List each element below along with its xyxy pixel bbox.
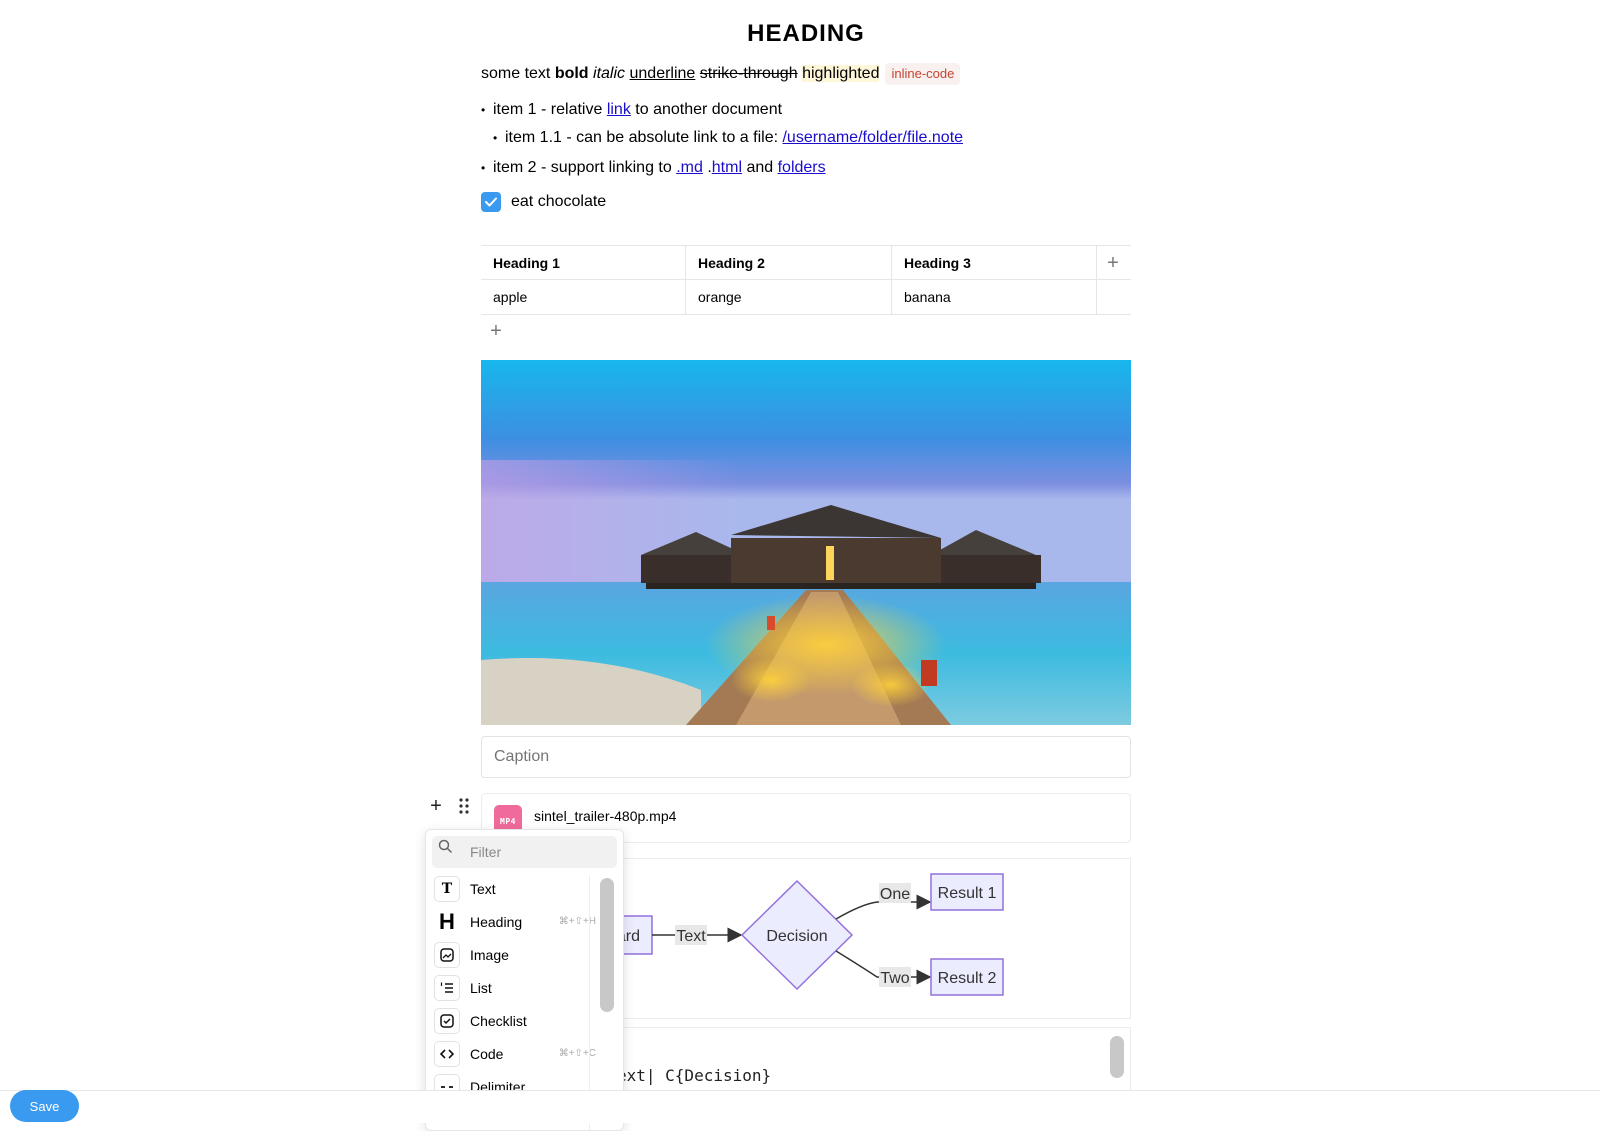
- code-icon: [434, 1041, 460, 1067]
- block-type-menu: Filter T Text H Heading ⌘+⇧+H Image List…: [425, 829, 624, 1131]
- bold-text: bold: [554, 65, 589, 82]
- edge-label-one: One: [880, 886, 910, 903]
- table-cell[interactable]: banana: [892, 280, 1096, 314]
- inline-code: inline-code: [885, 63, 961, 85]
- search-icon: [438, 839, 453, 854]
- md-link[interactable]: .md: [676, 159, 703, 176]
- formatted-paragraph[interactable]: some text bold italic underline strike-t…: [481, 62, 961, 86]
- edge-label-text: Text: [676, 928, 706, 945]
- node-result-2-label: Result 2: [938, 970, 997, 987]
- menu-item-checklist[interactable]: Checklist: [434, 1006, 594, 1036]
- bullet-icon: •: [481, 103, 486, 117]
- checklist-checkbox[interactable]: [481, 192, 501, 212]
- page-heading[interactable]: HEADING: [0, 20, 1600, 48]
- attachment-filename[interactable]: sintel_trailer-480p.mp4: [534, 808, 676, 824]
- menu-item-text[interactable]: T Text: [434, 874, 594, 904]
- edge-label-two: Two: [880, 970, 909, 987]
- menu-item-heading[interactable]: H Heading ⌘+⇧+H: [434, 907, 596, 937]
- relative-link[interactable]: link: [607, 101, 631, 118]
- table-header-cell[interactable]: Heading 1: [481, 246, 686, 280]
- add-row-button[interactable]: +: [486, 321, 506, 341]
- table-cell[interactable]: orange: [686, 280, 892, 314]
- resort-photo[interactable]: [481, 360, 1131, 725]
- image-icon: [434, 942, 460, 968]
- node-result-1-label: Result 1: [938, 885, 997, 902]
- bottom-bar: [0, 1090, 1600, 1123]
- table-cell[interactable]: apple: [481, 280, 686, 314]
- absolute-file-link[interactable]: /username/folder/file.note: [782, 129, 963, 146]
- html-link[interactable]: html: [712, 159, 742, 176]
- plain-text: some text: [481, 65, 555, 82]
- code-scrollbar[interactable]: [1110, 1036, 1124, 1078]
- menu-item-code[interactable]: Code ⌘+⇧+C: [434, 1039, 596, 1069]
- italic-text: italic: [593, 65, 626, 82]
- checklist-icon: [434, 1008, 460, 1034]
- strikethrough-text: strike-through: [699, 65, 798, 82]
- menu-scrollbar[interactable]: [600, 878, 614, 1012]
- folders-link[interactable]: folders: [778, 159, 826, 176]
- water-villa-image: [481, 360, 1131, 725]
- save-button[interactable]: Save: [10, 1090, 79, 1122]
- drag-handle-icon[interactable]: [456, 796, 472, 816]
- code-line: ext| C{Decision}: [617, 1066, 772, 1085]
- highlighted-text: highlighted: [802, 65, 880, 82]
- underline-text: underline: [629, 65, 696, 82]
- list-item[interactable]: • item 2 - support linking to .md .html a…: [481, 156, 826, 180]
- caption-input[interactable]: [481, 736, 1131, 778]
- node-decision-label: Decision: [766, 928, 827, 945]
- add-block-button[interactable]: +: [426, 796, 446, 816]
- menu-item-list[interactable]: List: [434, 973, 594, 1003]
- filter-input[interactable]: Filter: [432, 836, 617, 868]
- data-table: Heading 1 Heading 2 Heading 3 + apple or…: [481, 245, 1131, 316]
- text-icon: T: [434, 876, 460, 902]
- list-icon: [434, 975, 460, 1001]
- heading-icon: H: [434, 909, 460, 935]
- table-header-cell[interactable]: Heading 3: [892, 246, 1096, 280]
- list-item[interactable]: • item 1 - relative link to another docum…: [481, 98, 782, 122]
- table-header-cell[interactable]: Heading 2: [686, 246, 892, 280]
- checkmark-icon: [485, 197, 497, 207]
- list-item-nested[interactable]: • item 1.1 - can be absolute link to a fi…: [493, 126, 963, 150]
- bullet-icon: •: [493, 131, 498, 145]
- menu-item-image[interactable]: Image: [434, 940, 594, 970]
- bullet-icon: •: [481, 161, 486, 175]
- checklist-label[interactable]: eat chocolate: [511, 190, 606, 214]
- add-column-button[interactable]: +: [1103, 253, 1123, 273]
